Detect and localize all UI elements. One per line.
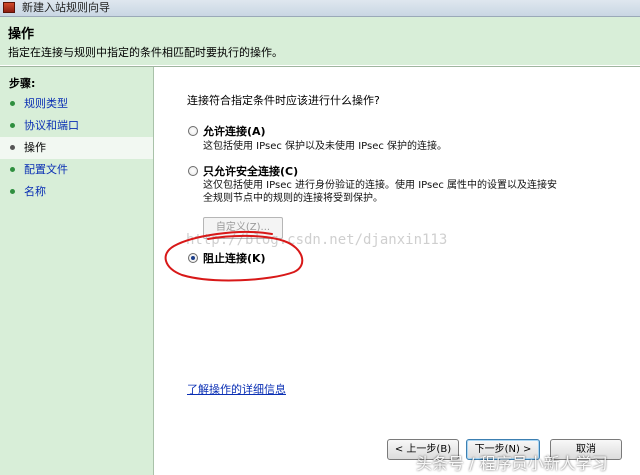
step-label: 操作 xyxy=(24,141,46,154)
page-description: 指定在连接与规则中指定的条件相匹配时要执行的操作。 xyxy=(8,46,283,59)
step-action[interactable]: 操作 xyxy=(0,137,153,159)
allow-secure-description-line-2: 全规则节点中的规则的连接将受到保护。 xyxy=(203,193,383,204)
action-question: 连接符合指定条件时应该进行什么操作? xyxy=(187,94,380,107)
title-bar: 新建入站规则向导 xyxy=(0,0,640,17)
step-protocol-ports[interactable]: 协议和端口 xyxy=(0,115,153,137)
wizard-header: 操作 指定在连接与规则中指定的条件相匹配时要执行的操作。 xyxy=(0,17,640,65)
step-label: 协议和端口 xyxy=(24,119,79,132)
bullet-icon xyxy=(10,167,15,172)
firewall-icon xyxy=(3,2,15,13)
bullet-icon xyxy=(10,123,15,128)
step-profile[interactable]: 配置文件 xyxy=(0,159,153,181)
bullet-icon xyxy=(10,101,15,106)
step-name[interactable]: 名称 xyxy=(0,181,153,203)
bullet-icon xyxy=(10,145,15,150)
steps-panel: 步骤: 规则类型 协议和端口 操作 配置文件 名称 xyxy=(0,67,154,475)
page-title: 操作 xyxy=(8,27,35,42)
allow-connection-radio[interactable] xyxy=(188,126,198,136)
step-label: 名称 xyxy=(24,185,46,198)
allow-secure-description-line-1: 这仅包括使用 IPsec 进行身份验证的连接。使用 IPsec 属性中的设置以及… xyxy=(203,180,558,191)
annotation-circle xyxy=(164,230,304,282)
steps-heading: 步骤: xyxy=(9,77,36,90)
learn-more-link[interactable]: 了解操作的详细信息 xyxy=(187,381,286,397)
allow-secure-label[interactable]: 只允许安全连接(C) xyxy=(203,163,298,179)
step-rule-type[interactable]: 规则类型 xyxy=(0,93,153,115)
window-title: 新建入站规则向导 xyxy=(22,1,110,14)
corner-watermark: 头条号 / 程序员小新人学习 xyxy=(416,454,608,473)
allow-connection-label[interactable]: 允许连接(A) xyxy=(203,123,266,139)
allow-connection-description: 这包括使用 IPsec 保护以及未使用 IPsec 保护的连接。 xyxy=(203,141,448,152)
step-label: 规则类型 xyxy=(24,97,68,110)
allow-secure-radio[interactable] xyxy=(188,166,198,176)
bullet-icon xyxy=(10,189,15,194)
step-label: 配置文件 xyxy=(24,163,68,176)
